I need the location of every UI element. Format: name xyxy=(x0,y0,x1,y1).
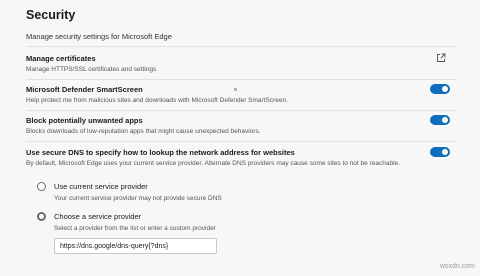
current-provider-label: Use current service provider xyxy=(54,182,148,191)
secure-dns-title: Use secure DNS to specify how to lookup … xyxy=(26,148,295,157)
secure-dns-toggle[interactable] xyxy=(430,147,450,157)
security-settings-page: Security Manage security settings for Mi… xyxy=(0,0,480,276)
manage-certificates-title: Manage certificates xyxy=(26,54,96,63)
divider xyxy=(26,79,456,80)
current-provider-description: Your current service provider may not pr… xyxy=(54,195,222,202)
toggle-knob xyxy=(442,117,448,123)
divider xyxy=(26,46,456,47)
dns-provider-input[interactable]: https://dns.google/dns-query{?dns} xyxy=(54,238,217,254)
divider xyxy=(26,141,456,142)
smartscreen-toggle[interactable] xyxy=(430,84,450,94)
smartscreen-description: Help protect me from malicious sites and… xyxy=(26,97,288,104)
manage-certificates-description: Manage HTTPS/SSL certificates and settin… xyxy=(26,66,157,73)
block-pua-title: Block potentially unwanted apps xyxy=(26,116,143,125)
choose-provider-description: Select a provider from the list or enter… xyxy=(54,225,216,232)
toggle-knob xyxy=(442,86,448,92)
toggle-knob xyxy=(442,149,448,155)
secure-dns-description: By default, Microsoft Edge uses your cur… xyxy=(26,160,400,167)
block-pua-description: Blocks downloads of low-reputation apps … xyxy=(26,128,261,135)
watermark: wsxdn.com xyxy=(440,263,476,270)
page-title: Security xyxy=(26,8,76,22)
choose-provider-label: Choose a service provider xyxy=(54,212,142,221)
divider xyxy=(26,110,456,111)
small-dot xyxy=(234,88,237,91)
smartscreen-title: Microsoft Defender SmartScreen xyxy=(26,85,143,94)
external-link-icon[interactable] xyxy=(436,53,446,63)
page-subtitle: Manage security settings for Microsoft E… xyxy=(26,32,172,41)
block-pua-toggle[interactable] xyxy=(430,115,450,125)
current-provider-radio[interactable] xyxy=(37,182,46,191)
choose-provider-radio[interactable] xyxy=(37,212,46,221)
